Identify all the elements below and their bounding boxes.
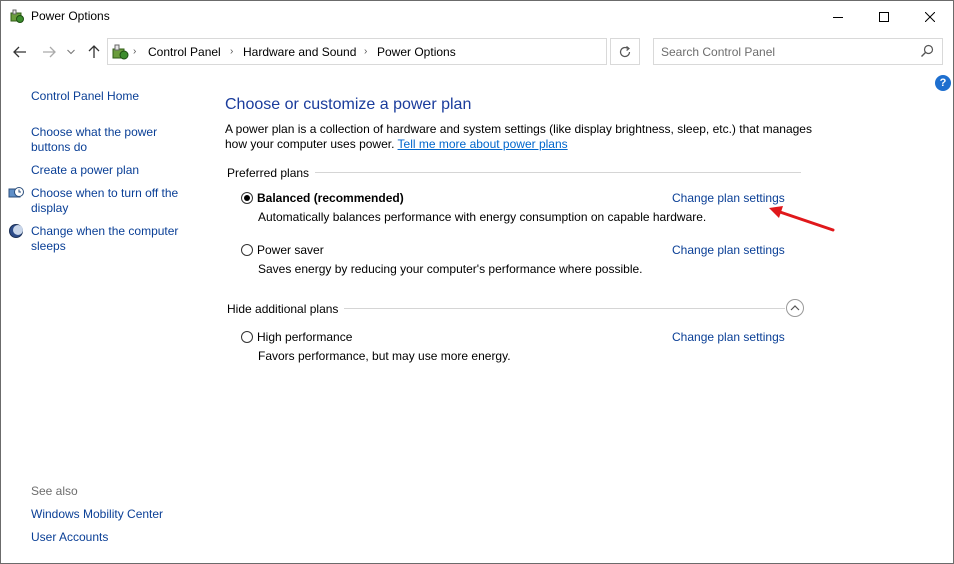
power-saver-change-plan-settings-link[interactable]: Change plan settings	[672, 243, 785, 257]
page-title: Choose or customize a power plan	[225, 96, 472, 113]
high-performance-plan-name[interactable]: High performance	[257, 330, 352, 344]
turn-off-display-link[interactable]: Choose when to turn off the display	[31, 186, 191, 216]
maximize-icon	[879, 11, 889, 22]
balanced-plan-description: Automatically balances performance with …	[258, 210, 707, 224]
breadcrumb-separator: ›	[133, 46, 137, 57]
balanced-radio[interactable]	[241, 192, 253, 204]
close-button[interactable]	[907, 1, 953, 32]
chevron-down-icon	[67, 49, 75, 55]
balanced-plan-name[interactable]: Balanced (recommended)	[257, 191, 404, 205]
sleep-moon-icon	[9, 224, 23, 238]
power-saver-plan-description: Saves energy by reducing your computer's…	[258, 262, 643, 276]
up-button[interactable]	[83, 41, 105, 63]
display-timer-icon	[8, 187, 24, 198]
breadcrumb-power-options[interactable]: Power Options	[377, 45, 456, 59]
breadcrumb-separator[interactable]: ›	[230, 46, 233, 57]
search-input[interactable]	[661, 44, 911, 60]
hide-additional-plans-label[interactable]: Hide additional plans	[227, 302, 345, 316]
see-also-label: See also	[31, 484, 78, 498]
refresh-button[interactable]	[610, 38, 640, 65]
window-title: Power Options	[31, 9, 110, 23]
preferred-plans-label: Preferred plans	[227, 166, 316, 180]
search-icon[interactable]	[920, 44, 934, 58]
minimize-icon	[833, 16, 843, 18]
power-saver-radio[interactable]	[241, 244, 253, 256]
learn-more-link[interactable]: Tell me more about power plans	[398, 137, 568, 151]
annotation-arrow-icon	[769, 206, 835, 232]
recent-locations-button[interactable]	[63, 41, 79, 63]
chevron-up-icon	[790, 305, 800, 311]
search-box[interactable]	[653, 38, 943, 65]
forward-button[interactable]	[38, 41, 60, 63]
help-button[interactable]: ?	[935, 75, 951, 91]
maximize-button[interactable]	[861, 1, 907, 32]
breadcrumb-hardware-and-sound[interactable]: Hardware and Sound	[243, 45, 356, 59]
power-buttons-link[interactable]: Choose what the power buttons do	[31, 125, 181, 155]
breadcrumb-control-panel[interactable]: Control Panel	[148, 45, 221, 59]
control-panel-home-link[interactable]: Control Panel Home	[31, 89, 139, 104]
minimize-button[interactable]	[815, 1, 861, 32]
power-options-app-icon	[10, 9, 24, 23]
collapse-additional-plans-button[interactable]	[786, 299, 804, 317]
computer-sleeps-link[interactable]: Change when the computer sleeps	[31, 224, 191, 254]
user-accounts-link[interactable]: User Accounts	[31, 530, 108, 545]
up-arrow-icon	[88, 45, 100, 58]
windows-mobility-center-link[interactable]: Windows Mobility Center	[31, 507, 163, 522]
breadcrumb-separator[interactable]: ›	[364, 46, 367, 57]
back-arrow-icon	[13, 46, 26, 58]
forward-arrow-icon	[43, 46, 56, 58]
refresh-icon	[619, 45, 631, 57]
control-panel-icon	[112, 44, 129, 60]
power-options-window: Power Options › Control Panel › Hardware…	[0, 0, 954, 564]
back-button[interactable]	[9, 41, 31, 63]
high-performance-plan-description: Favors performance, but may use more ene…	[258, 349, 511, 363]
create-power-plan-link[interactable]: Create a power plan	[31, 163, 139, 178]
power-saver-plan-name[interactable]: Power saver	[257, 243, 324, 257]
page-description: A power plan is a collection of hardware…	[225, 122, 815, 152]
high-performance-radio[interactable]	[241, 331, 253, 343]
title-bar: Power Options	[1, 1, 953, 32]
high-performance-change-plan-settings-link[interactable]: Change plan settings	[672, 330, 785, 344]
address-bar[interactable]: › Control Panel › Hardware and Sound › P…	[107, 38, 698, 65]
close-icon	[925, 11, 935, 22]
